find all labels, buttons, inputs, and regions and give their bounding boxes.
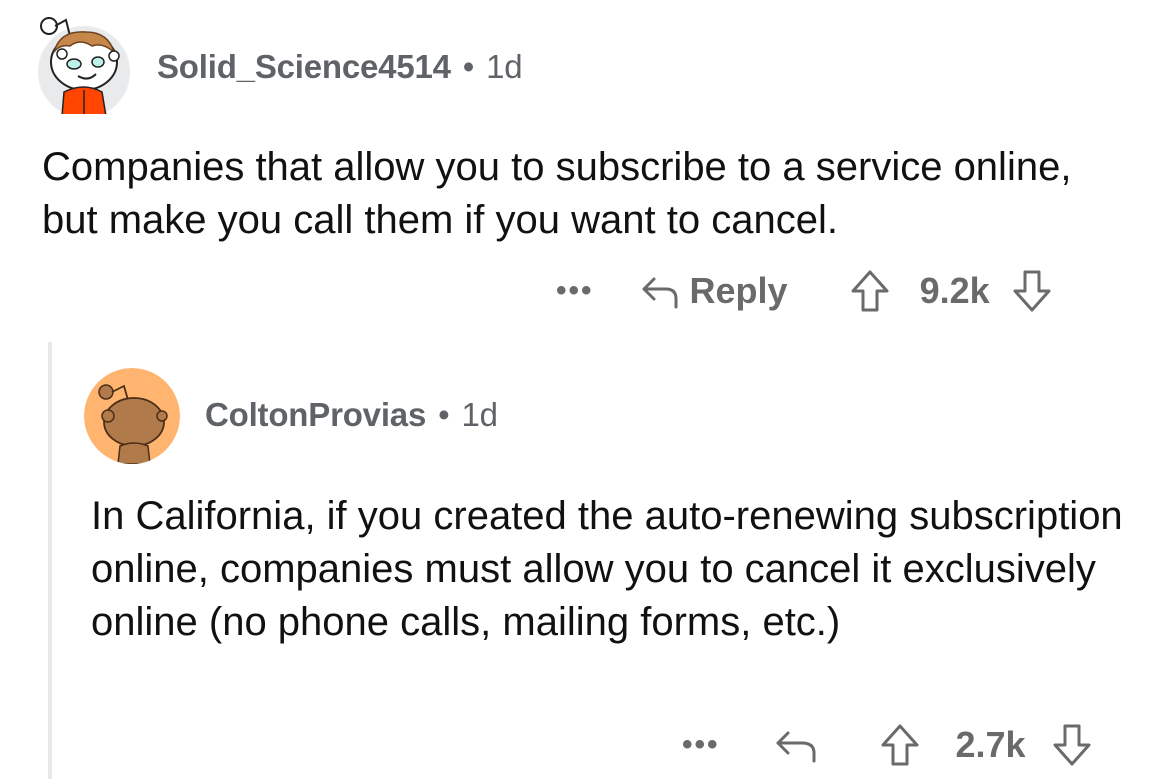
more-options-button[interactable]: ••• (556, 274, 594, 308)
comment-actions: ••• 2.7k (682, 720, 1092, 770)
avatar[interactable] (84, 368, 180, 464)
comment-meta: Solid_Science4514 • 1d (157, 48, 523, 86)
upvote-icon[interactable] (850, 269, 890, 313)
comment-body: Companies that allow you to subscribe to… (42, 145, 1072, 242)
comment-meta: ColtonProvias • 1d (205, 396, 498, 434)
upvote-icon[interactable] (880, 723, 920, 767)
thread-line[interactable] (48, 342, 52, 779)
comment-actions: ••• Reply 9.2k (556, 266, 1052, 316)
username[interactable]: Solid_Science4514 (157, 48, 451, 85)
timestamp: 1d (486, 48, 523, 85)
username[interactable]: ColtonProvias (205, 396, 426, 433)
reply-icon (642, 277, 678, 309)
separator-dot: • (438, 396, 450, 433)
score: 9.2k (919, 270, 990, 311)
reply-button[interactable]: Reply (640, 270, 788, 312)
more-options-button[interactable]: ••• (682, 728, 720, 762)
score: 2.7k (955, 724, 1026, 765)
comment-body: In California, if you created the auto-r… (91, 494, 1123, 644)
downvote-icon[interactable] (1052, 723, 1092, 767)
reply-label: Reply (689, 270, 788, 311)
timestamp: 1d (461, 396, 498, 433)
reply-icon[interactable] (774, 727, 818, 763)
avatar[interactable] (36, 12, 132, 114)
downvote-icon[interactable] (1012, 269, 1052, 313)
separator-dot: • (462, 48, 475, 85)
